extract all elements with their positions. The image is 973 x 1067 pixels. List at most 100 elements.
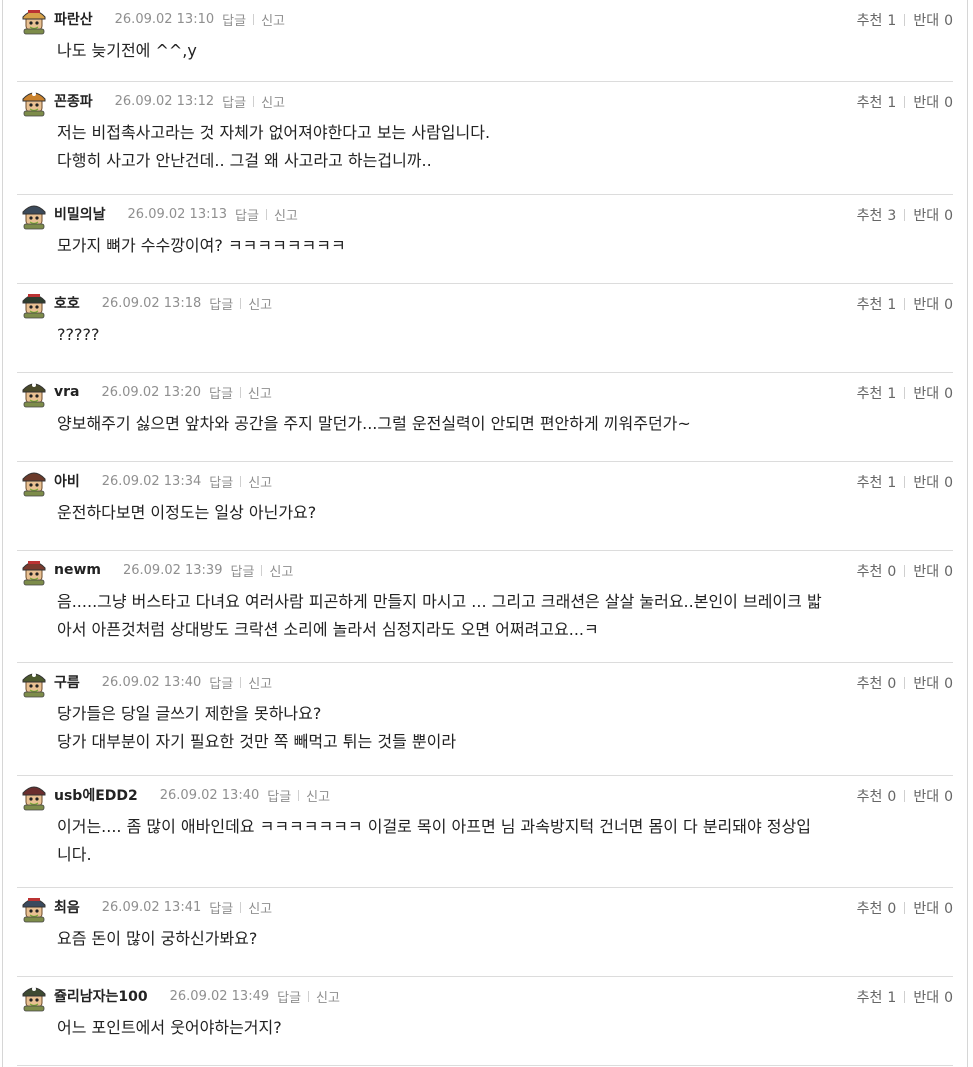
downvote-button[interactable]: 반대 0 (913, 205, 953, 225)
divider (240, 475, 242, 487)
user-avatar[interactable] (19, 556, 49, 586)
report-link[interactable]: 신고 (274, 205, 298, 224)
comment-text-line: 모가지 뼈가 수수깡이여? ㅋㅋㅋㅋㅋㅋㅋㅋ (57, 236, 346, 255)
vote-box: 추천 0 반대 0 (857, 673, 953, 693)
vote-box: 추천 0 반대 0 (857, 786, 953, 806)
comment-author[interactable]: 아비 (54, 471, 80, 491)
downvote-button[interactable]: 반대 0 (913, 786, 953, 806)
upvote-button[interactable]: 추천 1 (857, 987, 897, 1007)
downvote-button[interactable]: 반대 0 (913, 987, 953, 1007)
upvote-label: 추천 (856, 789, 883, 805)
divider (904, 387, 906, 399)
upvote-button[interactable]: 추천 1 (857, 92, 897, 112)
upvote-label: 추천 (856, 13, 883, 29)
reply-link[interactable]: 답글 (222, 10, 246, 29)
downvote-button[interactable]: 반대 0 (913, 561, 953, 581)
reply-link[interactable]: 답글 (235, 205, 259, 224)
comment-author[interactable]: newm (54, 562, 101, 578)
downvote-button[interactable]: 반대 0 (913, 10, 953, 30)
upvote-label: 추천 (856, 676, 883, 692)
comment-author[interactable]: 쥴리남자는100 (54, 986, 148, 1006)
upvote-button[interactable]: 추천 3 (857, 205, 897, 225)
report-link[interactable]: 신고 (248, 673, 272, 692)
user-avatar[interactable] (19, 200, 49, 230)
divider (239, 386, 241, 398)
upvote-label: 추천 (856, 901, 883, 917)
comment-text-line: 저는 비접촉사고라는 것 자체가 없어져야한다고 보는 사람입니다. (57, 123, 491, 142)
report-link[interactable]: 신고 (248, 898, 272, 917)
reply-link[interactable]: 답글 (209, 673, 233, 692)
comment-author[interactable]: 파란산 (54, 9, 93, 29)
downvote-label: 반대 (913, 475, 940, 491)
comment-author[interactable]: 비밀의날 (54, 204, 106, 224)
reply-link[interactable]: 답글 (209, 383, 233, 402)
upvote-button[interactable]: 추천 0 (857, 898, 897, 918)
upvote-count: 0 (887, 789, 897, 805)
upvote-button[interactable]: 추천 1 (857, 10, 897, 30)
upvote-button[interactable]: 추천 1 (857, 294, 897, 314)
comment-author[interactable]: 구름 (54, 672, 80, 692)
comment-date: 26.09.02 13:13 (127, 206, 228, 222)
report-link[interactable]: 신고 (261, 92, 285, 111)
downvote-count: 0 (944, 297, 953, 313)
downvote-button[interactable]: 반대 0 (913, 472, 953, 492)
comment-header: 비밀의날 26.09.02 13:13 답글 신고 (54, 204, 298, 224)
user-avatar[interactable] (19, 87, 49, 117)
reply-link[interactable]: 답글 (222, 92, 246, 111)
report-link[interactable]: 신고 (248, 472, 272, 491)
upvote-button[interactable]: 추천 1 (857, 472, 897, 492)
user-avatar[interactable] (19, 5, 49, 35)
report-link[interactable]: 신고 (248, 294, 272, 313)
comment-item: 아비 26.09.02 13:34 답글 신고 추천 1 반대 0 운전하다보면 이… (17, 462, 953, 551)
comment-body: 어느 포인트에서 웃어야하는거지? (57, 1014, 903, 1042)
upvote-count: 1 (887, 990, 897, 1006)
downvote-count: 0 (944, 789, 953, 805)
reply-link[interactable]: 답글 (209, 472, 233, 491)
downvote-count: 0 (944, 990, 953, 1006)
comment-header: 구름 26.09.02 13:40 답글 신고 (54, 672, 272, 692)
downvote-button[interactable]: 반대 0 (913, 92, 953, 112)
downvote-button[interactable]: 반대 0 (913, 673, 953, 693)
downvote-button[interactable]: 반대 0 (913, 383, 953, 403)
user-avatar[interactable] (19, 982, 49, 1012)
comment-item: 최음 26.09.02 13:41 답글 신고 추천 0 반대 0 요즘 돈이 많이… (17, 888, 953, 977)
user-avatar[interactable] (19, 893, 49, 923)
comment-body: ????? (57, 321, 903, 349)
divider (904, 991, 906, 1003)
reply-link[interactable]: 답글 (267, 786, 291, 805)
upvote-button[interactable]: 추천 0 (857, 673, 897, 693)
report-link[interactable]: 신고 (248, 383, 272, 402)
user-avatar[interactable] (19, 467, 49, 497)
comment-item: 비밀의날 26.09.02 13:13 답글 신고 추천 3 반대 0 모가지 뼈가… (17, 195, 953, 284)
reply-link[interactable]: 답글 (209, 898, 233, 917)
divider (240, 901, 242, 913)
comment-date: 26.09.02 13:49 (169, 988, 270, 1004)
upvote-button[interactable]: 추천 0 (857, 786, 897, 806)
report-link[interactable]: 신고 (306, 786, 330, 805)
user-avatar[interactable] (19, 781, 49, 811)
comment-text-line: 당가들은 당일 글쓰기 제한을 못하나요? (57, 704, 322, 723)
divider (298, 789, 300, 801)
comment-author[interactable]: usb에EDD2 (54, 785, 138, 805)
comment-text-line: 어느 포인트에서 웃어야하는거지? (57, 1018, 282, 1037)
report-link[interactable]: 신고 (316, 987, 340, 1006)
reply-link[interactable]: 답글 (230, 561, 254, 580)
reply-link[interactable]: 답글 (209, 294, 233, 313)
reply-link[interactable]: 답글 (277, 987, 301, 1006)
downvote-button[interactable]: 반대 0 (913, 898, 953, 918)
comment-author[interactable]: 호호 (54, 293, 80, 313)
downvote-label: 반대 (913, 990, 940, 1006)
report-link[interactable]: 신고 (269, 561, 293, 580)
user-avatar[interactable] (19, 668, 49, 698)
divider (308, 990, 310, 1002)
comment-item: 파란산 26.09.02 13:10 답글 신고 추천 1 반대 0 나도 늦기전에… (17, 0, 953, 82)
report-link[interactable]: 신고 (261, 10, 285, 29)
comment-author[interactable]: 최음 (54, 897, 80, 917)
upvote-button[interactable]: 추천 0 (857, 561, 897, 581)
user-avatar[interactable] (19, 289, 49, 319)
user-avatar[interactable] (19, 378, 49, 408)
downvote-button[interactable]: 반대 0 (913, 294, 953, 314)
comment-author[interactable]: vra (54, 384, 79, 400)
upvote-button[interactable]: 추천 1 (857, 383, 897, 403)
comment-author[interactable]: 꼰종파 (54, 91, 93, 111)
